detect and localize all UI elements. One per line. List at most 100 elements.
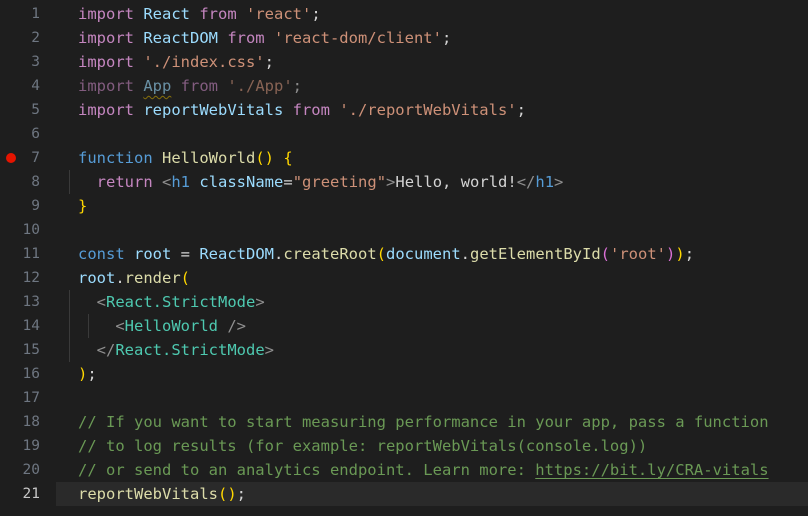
- code-line[interactable]: 9}: [0, 194, 808, 218]
- code-token: ReactDOM: [199, 245, 274, 263]
- code-token: ): [78, 365, 87, 383]
- code-token: Hello, world!: [395, 173, 516, 191]
- code-text: reportWebVitals();: [78, 482, 246, 506]
- code-text: return <h1 className="greeting">Hello, w…: [78, 170, 563, 194]
- code-line[interactable]: 7function HelloWorld() {: [0, 146, 808, 170]
- code-token: ;: [685, 245, 694, 263]
- code-line[interactable]: 8 return <h1 className="greeting">Hello,…: [0, 170, 808, 194]
- code-token: reportWebVitals: [143, 101, 283, 119]
- code-token: ;: [237, 485, 246, 503]
- code-token: createRoot: [283, 245, 376, 263]
- code-text: // or send to an analytics endpoint. Lea…: [78, 458, 769, 482]
- code-token: ;: [293, 77, 302, 95]
- comment-link[interactable]: https://bit.ly/CRA-vitals: [535, 461, 768, 479]
- code-text: import './index.css';: [78, 50, 274, 74]
- code-token: React: [143, 5, 190, 23]
- code-token: document: [386, 245, 461, 263]
- code-line[interactable]: 16);: [0, 362, 808, 386]
- line-number[interactable]: 21: [0, 482, 40, 506]
- code-line[interactable]: 1 import React from 'react';: [0, 2, 808, 26]
- line-number[interactable]: 13: [0, 290, 40, 314]
- code-token: }: [78, 197, 87, 215]
- line-number[interactable]: 3: [0, 50, 40, 74]
- line-number[interactable]: 5: [0, 98, 40, 122]
- code-token: import: [78, 77, 143, 95]
- code-text: </React.StrictMode>: [78, 338, 274, 362]
- code-token: .: [274, 245, 283, 263]
- code-token: [190, 173, 199, 191]
- code-text: );: [78, 362, 97, 386]
- code-line[interactable]: 19 // to log results (for example: report…: [0, 434, 808, 458]
- code-token: [78, 293, 97, 311]
- code-token: './reportWebVitals': [339, 101, 516, 119]
- indent-guide: [69, 170, 70, 194]
- code-line[interactable]: 12root.render(: [0, 266, 808, 290]
- code-text: }: [78, 194, 87, 218]
- code-line[interactable]: 14 <HelloWorld />: [0, 314, 808, 338]
- code-token: [78, 341, 97, 359]
- code-line[interactable]: 3 import './index.css';: [0, 50, 808, 74]
- code-line[interactable]: 6: [0, 122, 808, 146]
- line-number[interactable]: 11: [0, 242, 40, 266]
- line-number[interactable]: 2: [0, 26, 40, 50]
- line-number[interactable]: 12: [0, 266, 40, 290]
- code-token: // If you want to start measuring perfor…: [78, 413, 769, 431]
- code-token: <: [162, 173, 171, 191]
- code-text: import ReactDOM from 'react-dom/client';: [78, 26, 451, 50]
- code-line[interactable]: 11const root = ReactDOM.createRoot(docum…: [0, 242, 808, 266]
- line-number[interactable]: 1: [0, 2, 40, 26]
- line-number[interactable]: 4: [0, 74, 40, 98]
- breakpoint-icon[interactable]: [6, 153, 16, 163]
- code-text: function HelloWorld() {: [78, 146, 293, 170]
- line-number[interactable]: 17: [0, 386, 40, 410]
- code-text: // If you want to start measuring perfor…: [78, 410, 769, 434]
- code-text: import reportWebVitals from './reportWeb…: [78, 98, 526, 122]
- code-token: </: [517, 173, 536, 191]
- code-token: "greeting": [293, 173, 386, 191]
- line-number[interactable]: 16: [0, 362, 40, 386]
- code-line[interactable]: 18 // If you want to start measuring perf…: [0, 410, 808, 434]
- line-number[interactable]: 6: [0, 122, 40, 146]
- code-token: // or send to an analytics endpoint. Lea…: [78, 461, 535, 479]
- line-number[interactable]: 19: [0, 434, 40, 458]
- line-number[interactable]: 8: [0, 170, 40, 194]
- code-token: />: [218, 317, 246, 335]
- code-token: >: [255, 293, 264, 311]
- line-number[interactable]: 14: [0, 314, 40, 338]
- editor-root: { "editor": { "background": "#1e1e1e", "…: [0, 0, 808, 516]
- code-token: const: [78, 245, 134, 263]
- line-number[interactable]: 15: [0, 338, 40, 362]
- code-token: ;: [442, 29, 451, 47]
- code-token: App: [143, 77, 171, 95]
- code-token: >: [386, 173, 395, 191]
- indent-guide: [69, 314, 70, 338]
- line-number[interactable]: 9: [0, 194, 40, 218]
- code-line[interactable]: 5 import reportWebVitals from './reportWe…: [0, 98, 808, 122]
- code-token: // to log results (for example: reportWe…: [78, 437, 647, 455]
- code-token: import: [78, 29, 143, 47]
- code-line[interactable]: 20 // or send to an analytics endpoint. L…: [0, 458, 808, 482]
- code-token: './App': [227, 77, 292, 95]
- line-number[interactable]: 20: [0, 458, 40, 482]
- line-number[interactable]: 10: [0, 218, 40, 242]
- code-text: import React from 'react';: [78, 2, 321, 26]
- code-token: React.StrictMode: [106, 293, 255, 311]
- code-line[interactable]: 15 </React.StrictMode>: [0, 338, 808, 362]
- code-token: ;: [87, 365, 96, 383]
- code-token: render: [125, 269, 181, 287]
- code-token: HelloWorld: [125, 317, 218, 335]
- line-number[interactable]: 18: [0, 410, 40, 434]
- code-token: import: [78, 5, 143, 23]
- code-line[interactable]: 10: [0, 218, 808, 242]
- code-line[interactable]: 21 reportWebVitals();: [0, 482, 808, 506]
- code-line[interactable]: 17: [0, 386, 808, 410]
- code-token: import: [78, 101, 143, 119]
- code-token: (): [218, 485, 237, 503]
- indent-guide: [69, 290, 70, 314]
- code-token: [78, 317, 115, 335]
- code-line[interactable]: 2 import ReactDOM from 'react-dom/client'…: [0, 26, 808, 50]
- code-line[interactable]: 13 <React.StrictMode>: [0, 290, 808, 314]
- code-token: h1: [171, 173, 190, 191]
- code-token: (: [377, 245, 386, 263]
- code-line[interactable]: 4import App from './App';: [0, 74, 808, 98]
